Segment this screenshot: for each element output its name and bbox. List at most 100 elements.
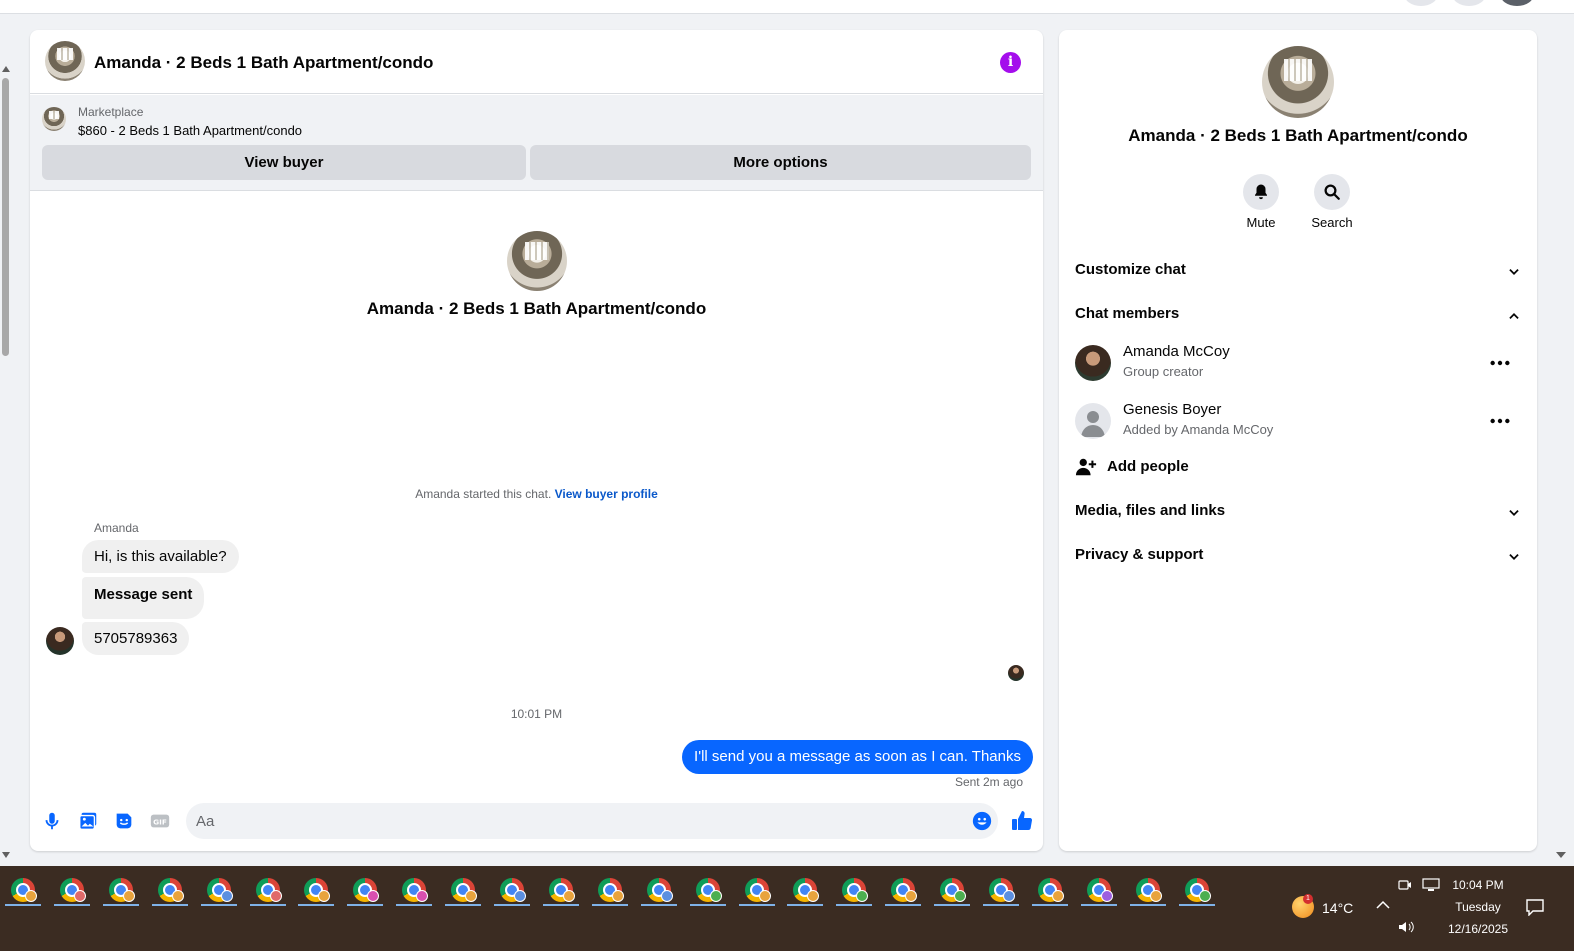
view-buyer-profile-link[interactable]: View buyer profile: [555, 487, 658, 501]
member-row[interactable]: Genesis Boyer Added by Amanda McCoy: [1075, 401, 1521, 445]
taskbar-chrome-app[interactable]: [443, 874, 483, 908]
listing-thumbnail[interactable]: [42, 107, 66, 131]
profile-badge-icon: [1149, 890, 1162, 902]
thumbs-up-icon[interactable]: [1010, 809, 1034, 833]
more-options-icon[interactable]: [1489, 353, 1511, 373]
listing-title[interactable]: $860 - 2 Beds 1 Bath Apartment/condo: [78, 123, 302, 138]
marketplace-label: Marketplace: [78, 105, 144, 119]
scrollbar-thumb[interactable]: [2, 78, 9, 356]
scroll-up-arrow[interactable]: [2, 66, 10, 72]
profile-badge-icon: [220, 890, 233, 902]
show-hidden-icons-chevron-icon[interactable]: [1376, 900, 1390, 910]
running-indicator: [591, 904, 628, 906]
member-avatar[interactable]: [1075, 403, 1111, 439]
message-input[interactable]: [196, 803, 956, 839]
gif-icon[interactable]: GIF: [149, 810, 171, 832]
temperature[interactable]: 14°C: [1322, 900, 1353, 916]
customize-chat-section[interactable]: Customize chat: [1075, 261, 1521, 285]
messenger-button[interactable]: [1452, 0, 1486, 6]
taskbar-chrome-app[interactable]: [1128, 874, 1168, 908]
taskbar-chrome-app[interactable]: [639, 874, 679, 908]
clock-day[interactable]: Tuesday: [1448, 900, 1508, 914]
menu-button[interactable]: [1404, 0, 1438, 6]
more-options-button[interactable]: More options: [530, 145, 1031, 180]
incoming-message[interactable]: Hi, is this available?: [82, 540, 239, 573]
taskbar-chrome-app[interactable]: [834, 874, 874, 908]
page-scrollbar[interactable]: [0, 62, 12, 862]
scroll-down-arrow[interactable]: [2, 852, 10, 858]
taskbar-chrome-app[interactable]: [150, 874, 190, 908]
privacy-support-section[interactable]: Privacy & support: [1075, 546, 1521, 570]
taskbar-chrome-app[interactable]: [590, 874, 630, 908]
member-name[interactable]: Genesis Boyer: [1123, 401, 1221, 418]
taskbar-chrome-app[interactable]: [296, 874, 336, 908]
running-indicator: [1080, 904, 1117, 906]
taskbar-chrome-app[interactable]: [1079, 874, 1119, 908]
sender-name: Amanda: [94, 521, 139, 535]
clock-date[interactable]: 12/16/2025: [1444, 922, 1512, 936]
taskbar-chrome-app[interactable]: [52, 874, 92, 908]
network-icon[interactable]: [1422, 878, 1440, 892]
add-people-button[interactable]: Add people: [1075, 456, 1521, 480]
chat-members-section[interactable]: Chat members: [1075, 305, 1521, 329]
meet-now-icon[interactable]: [1398, 878, 1412, 892]
running-indicator: [1129, 904, 1166, 906]
profile-badge-icon: [1198, 890, 1211, 902]
right-scroll-down-arrow[interactable]: [1556, 852, 1566, 858]
search-button[interactable]: Search: [1302, 174, 1362, 230]
chat-avatar[interactable]: [45, 41, 85, 81]
taskbar-chrome-app[interactable]: [737, 874, 777, 908]
account-avatar[interactable]: [1500, 0, 1534, 6]
volume-icon[interactable]: [1398, 920, 1416, 934]
taskbar-chrome-app[interactable]: [1177, 874, 1217, 908]
notification-center-icon[interactable]: [1525, 898, 1545, 916]
taskbar-chrome-app[interactable]: [785, 874, 825, 908]
member-name[interactable]: Amanda McCoy: [1123, 343, 1230, 360]
running-indicator: [542, 904, 579, 906]
profile-badge-icon: [660, 890, 673, 902]
profile-badge-icon: [318, 890, 331, 902]
incoming-message[interactable]: 5705789363: [82, 622, 190, 655]
taskbar-chrome-app[interactable]: [394, 874, 434, 908]
sender-avatar[interactable]: [46, 627, 74, 655]
taskbar-chrome-app[interactable]: [248, 874, 288, 908]
taskbar-chrome-app[interactable]: [492, 874, 532, 908]
mute-button[interactable]: Mute: [1231, 174, 1291, 230]
member-avatar[interactable]: [1075, 345, 1111, 381]
microphone-icon[interactable]: [41, 810, 63, 832]
member-role: Group creator: [1123, 364, 1204, 379]
chat-title[interactable]: Amanda · 2 Beds 1 Bath Apartment/condo: [94, 53, 433, 73]
sticker-icon[interactable]: [113, 810, 135, 832]
photo-icon[interactable]: [77, 810, 99, 832]
profile-badge-icon: [25, 890, 37, 902]
taskbar-chrome-app[interactable]: [199, 874, 239, 908]
clock-time[interactable]: 10:04 PM: [1448, 878, 1508, 892]
running-indicator: [445, 904, 482, 906]
more-options-icon[interactable]: [1489, 411, 1511, 431]
incoming-message[interactable]: Message sent: [82, 577, 205, 619]
profile-badge-icon: [709, 890, 722, 902]
running-indicator: [934, 904, 971, 906]
view-buyer-button[interactable]: View buyer: [42, 145, 526, 180]
profile-badge-icon: [122, 890, 135, 902]
info-icon[interactable]: i: [1000, 52, 1021, 73]
taskbar-chrome-app[interactable]: [101, 874, 141, 908]
chevron-down-icon: [1509, 554, 1519, 560]
profile-badge-icon: [807, 890, 820, 902]
taskbar-chrome-app[interactable]: [981, 874, 1021, 908]
top-navigation-bar: [0, 0, 1574, 14]
member-row[interactable]: Amanda McCoy Group creator: [1075, 343, 1521, 387]
taskbar-chrome-app[interactable]: [1030, 874, 1070, 908]
profile-badge-icon: [367, 890, 380, 902]
emoji-icon[interactable]: [971, 810, 993, 832]
taskbar-chrome-app[interactable]: [3, 874, 43, 908]
taskbar-chrome-app[interactable]: [541, 874, 581, 908]
taskbar-chrome-app[interactable]: [688, 874, 728, 908]
add-people-label: Add people: [1107, 458, 1189, 475]
taskbar-chrome-app[interactable]: [883, 874, 923, 908]
media-files-links-section[interactable]: Media, files and links: [1075, 502, 1521, 526]
running-indicator: [885, 904, 922, 906]
taskbar-chrome-app[interactable]: [345, 874, 385, 908]
outgoing-message[interactable]: I'll send you a message as soon as I can…: [682, 740, 1033, 774]
taskbar-chrome-app[interactable]: [932, 874, 972, 908]
